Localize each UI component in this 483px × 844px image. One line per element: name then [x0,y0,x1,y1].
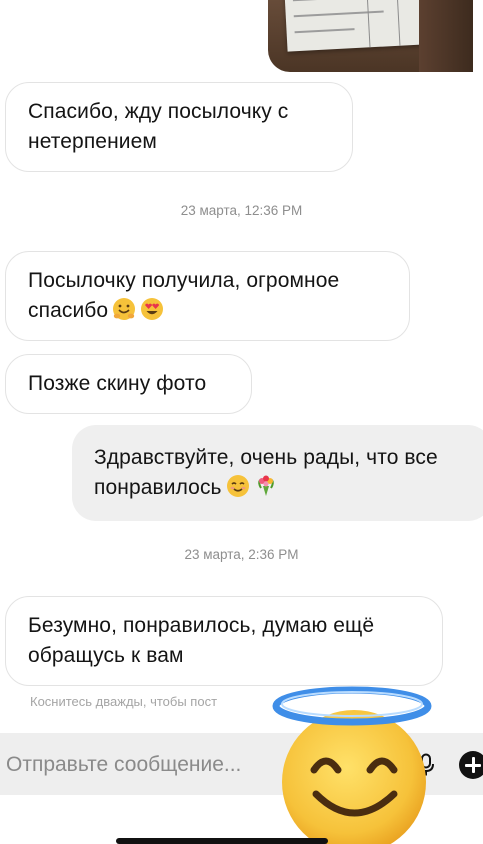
message-bubble-incoming[interactable]: Посылочку получила, огромное спасибо [5,251,410,341]
hugging-face-emoji [113,298,136,320]
shared-photo[interactable] [268,0,473,72]
message-bubble-incoming[interactable]: Спасибо, жду посылочку с нетерпением [5,82,353,172]
message-text: Позже скину фото [28,372,207,395]
message-text: Посылочку получила, огромное спасибо [28,269,340,322]
home-indicator[interactable] [116,838,328,844]
message-timestamp: 23 марта, 12:36 PM [180,203,303,218]
smiling-face-emoji [226,475,249,497]
heart-eyes-emoji [141,298,164,320]
photo-background [419,0,473,72]
plus-icon[interactable] [459,751,483,779]
photo-paper [284,0,428,52]
chat-screen: Спасибо, жду посылочку с нетерпением 23 … [0,0,483,844]
message-timestamp: 23 марта, 2:36 PM [184,547,299,562]
double-tap-hint: Коснитесь дважды, чтобы пост [30,694,218,709]
message-bubble-outgoing[interactable]: Здравствуйте, очень рады, что все понрав… [72,425,483,521]
message-text: Безумно, понравилось, думаю ещё обращусь… [28,614,375,667]
bouquet-emoji [257,475,274,496]
message-bubble-incoming[interactable]: Позже скину фото [5,354,252,414]
smiling-face-with-halo-emoji [272,686,432,844]
message-bubble-incoming[interactable]: Безумно, понравилось, думаю ещё обращусь… [5,596,443,686]
message-text: Спасибо, жду посылочку с нетерпением [28,100,289,153]
